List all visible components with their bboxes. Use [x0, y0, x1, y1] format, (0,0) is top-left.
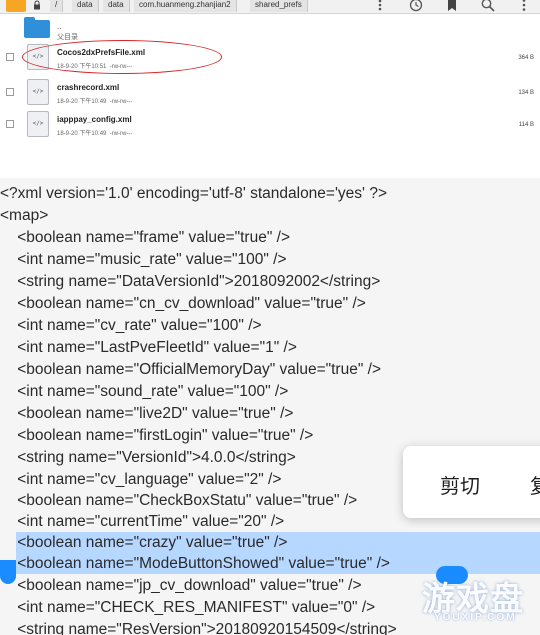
parent-dir-name: .. [57, 22, 62, 31]
xml-line[interactable]: <int name="LastPveFleetId" value="1" /> [0, 337, 297, 358]
xml-line[interactable]: <int name="music_rate" value="100" /> [0, 249, 286, 270]
xml-line[interactable]: <int name="cv_language" value="2" /> [0, 469, 281, 490]
xml-line[interactable]: <boolean name="frame" value="true" /> [0, 227, 290, 248]
bookmark-icon[interactable] [444, 0, 460, 12]
file-manager-panel: / data data com.huanmeng.zhanjian2 share… [0, 0, 540, 172]
history-icon[interactable] [408, 0, 424, 12]
lock-icon [34, 0, 40, 10]
xml-line-selected[interactable]: <boolean name="ModeButtonShowed" value="… [0, 553, 390, 574]
xml-line[interactable]: <string name="VersionId">4.0.0</string> [0, 447, 296, 468]
text-selection-menu: 剪切 复 [403, 446, 540, 518]
xml-line[interactable]: <boolean name="live2D" value="true" /> [0, 403, 293, 424]
xml-line[interactable]: <string name="ResVersion">20180920154509… [0, 619, 396, 635]
xml-file-icon: </> [27, 111, 49, 137]
xml-line[interactable]: <map> [0, 205, 48, 226]
xml-line[interactable]: <int name="cv_rate" value="100" /> [0, 315, 261, 336]
site-watermark: 游戏盘 YOUXIP.COM [420, 570, 540, 635]
xml-line[interactable]: <?xml version='1.0' encoding='utf-8' sta… [0, 183, 387, 204]
watermark-url: YOUXIP.COM [434, 612, 517, 623]
xml-line[interactable]: <boolean name="OfficialMemoryDay" value=… [0, 359, 381, 380]
breadcrumb-package[interactable]: com.huanmeng.zhanjian2 [134, 0, 237, 12]
file-size: 134 B [518, 90, 534, 96]
xml-line[interactable]: <int name="currentTime" value="20" /> [0, 511, 284, 532]
xml-line[interactable]: <boolean name="firstLogin" value="true" … [0, 425, 313, 446]
search-icon[interactable] [480, 0, 496, 12]
file-row[interactable]: </> crashrecord.xml 18-9-20 下午10:49 -rw-… [0, 77, 540, 108]
selection-start-handle[interactable] [0, 560, 16, 584]
file-size: 364 B [518, 55, 534, 61]
cut-menu-item[interactable]: 剪切 [440, 470, 480, 499]
breadcrumb-data[interactable]: data [103, 0, 130, 12]
xml-line[interactable]: <int name="sound_rate" value="100" /> [0, 381, 288, 402]
xml-line[interactable]: <int name="CHECK_RES_MANIFEST" value="0"… [0, 597, 375, 618]
file-permissions: -rw-rw--- [109, 99, 133, 105]
row-checkbox[interactable] [6, 88, 14, 96]
folder-icon [24, 17, 50, 38]
row-checkbox[interactable] [6, 120, 14, 128]
xml-line[interactable]: <boolean name="cn_cv_download" value="tr… [0, 293, 366, 314]
annotation-circle [22, 40, 222, 74]
file-meta: 18-9-20 下午10:49 -rw-rw--- [57, 96, 132, 105]
copy-menu-item[interactable]: 复 [530, 470, 540, 499]
path-bar: / data data com.huanmeng.zhanjian2 share… [0, 0, 540, 14]
parent-dir-label: 父目录 [57, 34, 78, 41]
file-meta: 18-9-20 下午10:49 -rw-rw--- [57, 128, 132, 137]
xml-text-view[interactable]: <?xml version='1.0' encoding='utf-8' sta… [0, 178, 540, 635]
more-vertical-icon[interactable] [372, 0, 388, 12]
file-name: crashrecord.xml [57, 83, 120, 92]
file-row[interactable]: </> iapppay_config.xml 18-9-20 下午10:49 -… [0, 109, 540, 140]
file-permissions: -rw-rw--- [109, 131, 133, 137]
xml-line[interactable]: <string name="DataVersionId">2018092002<… [0, 271, 380, 292]
breadcrumb-shared-prefs[interactable]: shared_prefs [250, 0, 308, 12]
file-date: 18-9-20 下午10:49 [57, 131, 107, 137]
app-icon[interactable] [6, 0, 26, 12]
xml-line-selected[interactable]: <boolean name="crazy" value="true" /> [0, 532, 287, 553]
file-name: iapppay_config.xml [57, 115, 132, 124]
xml-file-icon: </> [27, 79, 49, 105]
overflow-menu-icon[interactable] [516, 0, 532, 12]
breadcrumb-root[interactable]: / [50, 0, 64, 12]
breadcrumb-data[interactable]: data [72, 0, 99, 12]
xml-line[interactable]: <boolean name="jp_cv_download" value="tr… [0, 575, 361, 596]
file-date: 18-9-20 下午10:49 [57, 99, 107, 105]
xml-line[interactable]: <boolean name="CheckBoxStatu" value="tru… [0, 490, 357, 511]
row-checkbox[interactable] [6, 53, 14, 61]
file-size: 114 B [518, 122, 534, 128]
